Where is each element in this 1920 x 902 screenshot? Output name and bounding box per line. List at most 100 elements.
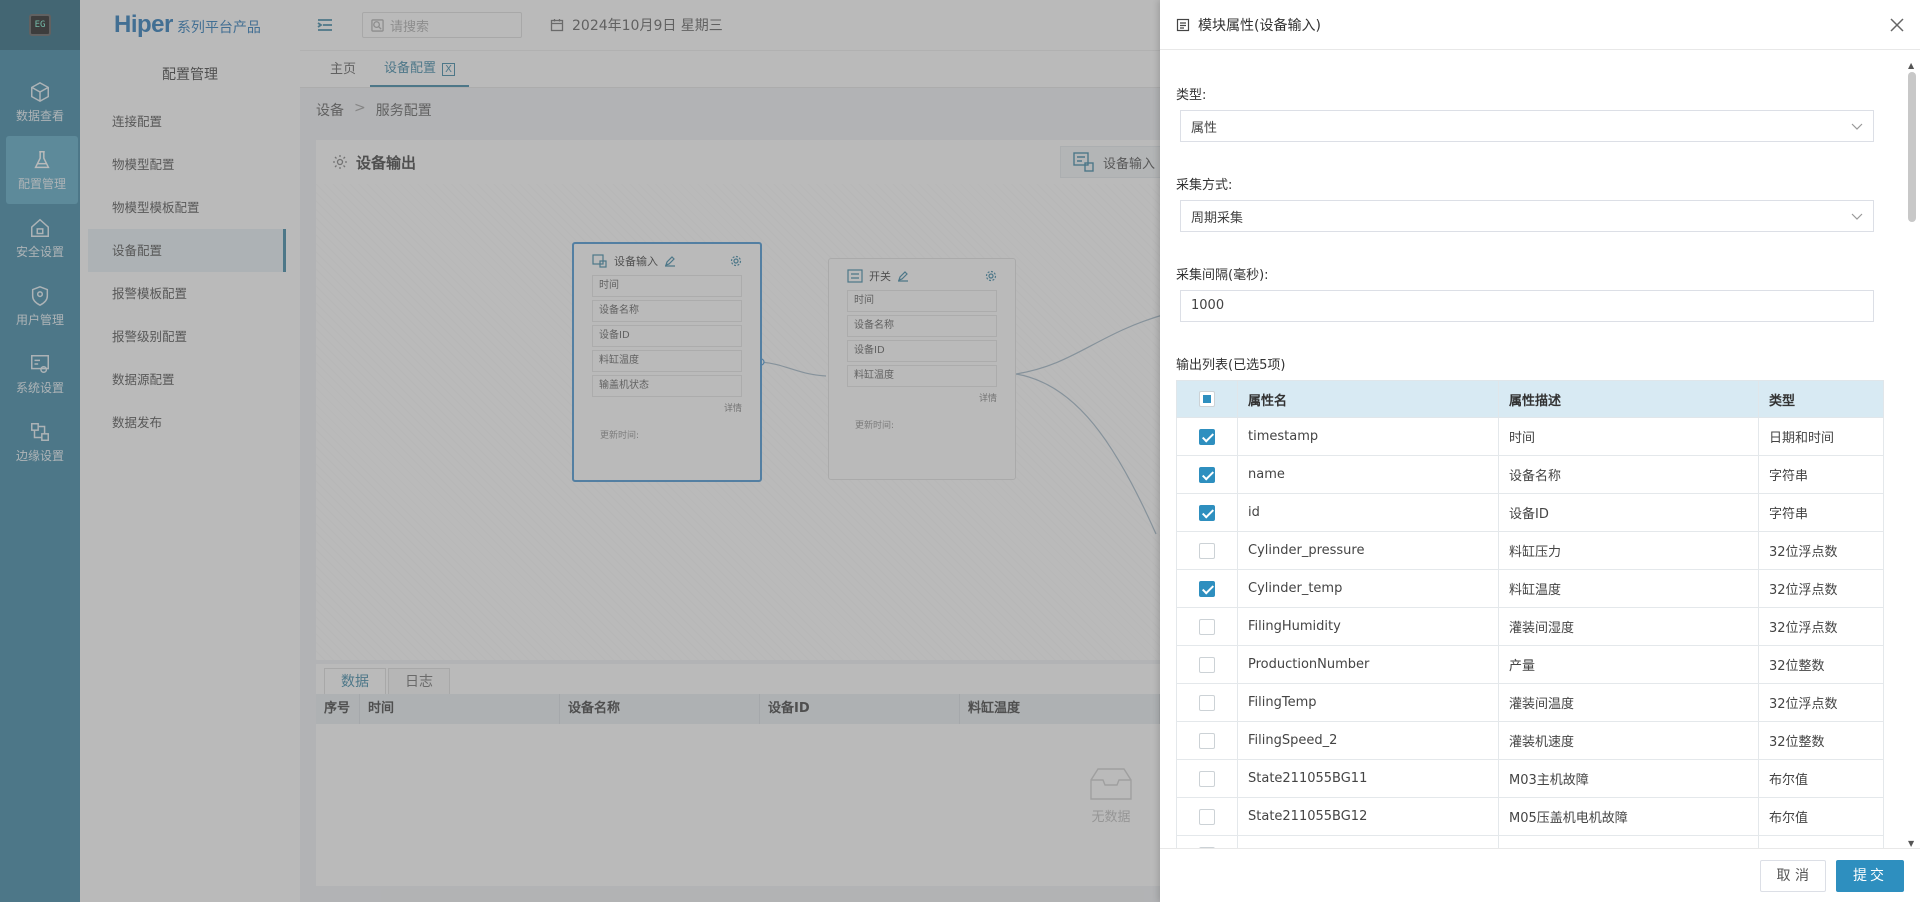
- property-type: 32位浮点数: [1758, 607, 1884, 646]
- column-header: 属性描述: [1498, 380, 1759, 418]
- row-select-cell: [1176, 607, 1238, 646]
- select-all-cell: [1176, 380, 1238, 418]
- table-row[interactable]: Cylinder_temp 料缸温度 32位浮点数: [1176, 569, 1884, 608]
- row-select-cell: [1176, 417, 1238, 456]
- interval-input[interactable]: 1000: [1180, 290, 1874, 322]
- property-desc: 灌装间湿度: [1498, 607, 1759, 646]
- property-name: ProductionNumber: [1237, 645, 1499, 684]
- output-list-label: 输出列表(已选5项): [1176, 358, 1286, 373]
- property-name: Cylinder_temp: [1237, 569, 1499, 608]
- type-label: 类型:: [1176, 88, 1207, 103]
- property-name: id: [1237, 493, 1499, 532]
- row-select-cell: [1176, 455, 1238, 494]
- row-select-cell: [1176, 683, 1238, 722]
- drawer-footer: 取 消 提交: [1160, 848, 1920, 902]
- row-checkbox[interactable]: [1199, 656, 1215, 673]
- property-name: State211055BG13: [1237, 835, 1499, 848]
- table-row[interactable]: FilingTemp 灌装间温度 32位浮点数: [1176, 683, 1884, 722]
- property-desc: 设备名称: [1498, 455, 1759, 494]
- interval-label: 采集间隔(毫秒):: [1176, 268, 1269, 283]
- method-value: 周期采集: [1191, 210, 1244, 226]
- table-row[interactable]: ProductionNumber 产量 32位整数: [1176, 645, 1884, 684]
- method-select[interactable]: 周期采集: [1180, 200, 1874, 232]
- scroll-thumb[interactable]: [1908, 72, 1916, 222]
- property-name: FilingHumidity: [1237, 607, 1499, 646]
- property-type: 32位浮点数: [1758, 569, 1884, 608]
- drawer-scrollbar[interactable]: ▲ ▼: [1906, 62, 1918, 848]
- close-icon[interactable]: [1888, 16, 1906, 34]
- type-value: 属性: [1191, 120, 1218, 136]
- row-checkbox[interactable]: [1199, 808, 1215, 825]
- row-checkbox[interactable]: [1199, 694, 1215, 711]
- property-name: timestamp: [1237, 417, 1499, 456]
- property-desc: M05压盖机电机故障: [1498, 797, 1759, 836]
- property-desc: M03主机故障: [1498, 759, 1759, 798]
- drawer-header: 模块属性(设备输入): [1160, 0, 1920, 50]
- row-checkbox[interactable]: [1199, 580, 1215, 597]
- property-name: State211055BG12: [1237, 797, 1499, 836]
- table-row[interactable]: FilingHumidity 灌装间湿度 32位浮点数: [1176, 607, 1884, 646]
- table-row[interactable]: State211055BG13电机同步故障布尔值: [1176, 835, 1884, 848]
- select-all-checkbox[interactable]: [1199, 391, 1215, 407]
- type-select[interactable]: 属性: [1180, 110, 1874, 142]
- property-desc: 设备ID: [1498, 493, 1759, 532]
- cancel-button[interactable]: 取 消: [1759, 859, 1826, 892]
- row-checkbox[interactable]: [1199, 732, 1215, 749]
- table-row[interactable]: State211055BG12 M05压盖机电机故障 布尔值: [1176, 797, 1884, 836]
- row-checkbox[interactable]: [1199, 428, 1215, 445]
- chevron-down-icon: [1851, 213, 1863, 220]
- row-checkbox[interactable]: [1199, 504, 1215, 521]
- table-row[interactable]: State211055BG11 M03主机故障 布尔值: [1176, 759, 1884, 798]
- property-type: 32位整数: [1758, 645, 1884, 684]
- module-properties-drawer: 模块属性(设备输入) 类型: 属性 采集方式: 周期采集 采集间隔(毫秒): 1…: [1160, 0, 1920, 902]
- property-desc: 灌装机速度: [1498, 721, 1759, 760]
- document-icon: [1176, 18, 1190, 31]
- property-desc: 料缸温度: [1498, 569, 1759, 608]
- table-row[interactable]: timestamp 时间 日期和时间: [1176, 417, 1884, 456]
- row-select-cell: [1176, 531, 1238, 570]
- table-row[interactable]: FilingSpeed_2 灌装机速度 32位整数: [1176, 721, 1884, 760]
- row-select-cell: [1176, 493, 1238, 532]
- property-name: FilingTemp: [1237, 683, 1499, 722]
- property-type: 32位整数: [1758, 721, 1884, 760]
- property-type: 布尔值: [1758, 797, 1884, 836]
- row-checkbox[interactable]: [1199, 466, 1215, 483]
- submit-button[interactable]: 提交: [1836, 859, 1904, 892]
- scroll-down-icon[interactable]: ▼: [1908, 840, 1916, 848]
- modal-overlay[interactable]: [0, 0, 1160, 902]
- output-properties-table: 属性名 属性描述 类型 timestamp 时间 日期和时间 name 设备名称 字符串 i…: [1176, 380, 1884, 848]
- property-type: 字符串: [1758, 455, 1884, 494]
- drawer-body[interactable]: 类型: 属性 采集方式: 周期采集 采集间隔(毫秒): 1000 输出列表(已选…: [1176, 50, 1900, 848]
- property-desc: 产量: [1498, 645, 1759, 684]
- property-type: 字符串: [1758, 493, 1884, 532]
- property-type: 32位浮点数: [1758, 683, 1884, 722]
- row-select-cell: [1176, 569, 1238, 608]
- table-row[interactable]: Cylinder_pressure 料缸压力 32位浮点数: [1176, 531, 1884, 570]
- row-select-cell: [1176, 645, 1238, 684]
- property-type: 布尔值: [1758, 759, 1884, 798]
- table-header-row: 属性名 属性描述 类型: [1176, 380, 1884, 418]
- property-name: Cylinder_pressure: [1237, 531, 1499, 570]
- row-checkbox[interactable]: [1199, 770, 1215, 787]
- row-checkbox[interactable]: [1199, 542, 1215, 559]
- property-desc: 灌装间温度: [1498, 683, 1759, 722]
- row-select-cell: [1176, 721, 1238, 760]
- row-checkbox[interactable]: [1199, 618, 1215, 635]
- property-name: name: [1237, 455, 1499, 494]
- property-desc: 时间: [1498, 417, 1759, 456]
- scroll-up-icon[interactable]: ▲: [1908, 62, 1916, 70]
- table-row[interactable]: id 设备ID 字符串: [1176, 493, 1884, 532]
- row-select-cell: [1176, 759, 1238, 798]
- property-type: 布尔值: [1758, 835, 1884, 848]
- column-header: 属性名: [1237, 380, 1499, 418]
- property-name: FilingSpeed_2: [1237, 721, 1499, 760]
- row-select-cell: [1176, 797, 1238, 836]
- property-name: State211055BG11: [1237, 759, 1499, 798]
- property-desc: 电机同步故障: [1498, 835, 1759, 848]
- chevron-down-icon: [1851, 123, 1863, 130]
- row-select-cell: [1176, 835, 1238, 848]
- method-label: 采集方式:: [1176, 178, 1233, 193]
- property-type: 日期和时间: [1758, 417, 1884, 456]
- property-type: 32位浮点数: [1758, 531, 1884, 570]
- table-row[interactable]: name 设备名称 字符串: [1176, 455, 1884, 494]
